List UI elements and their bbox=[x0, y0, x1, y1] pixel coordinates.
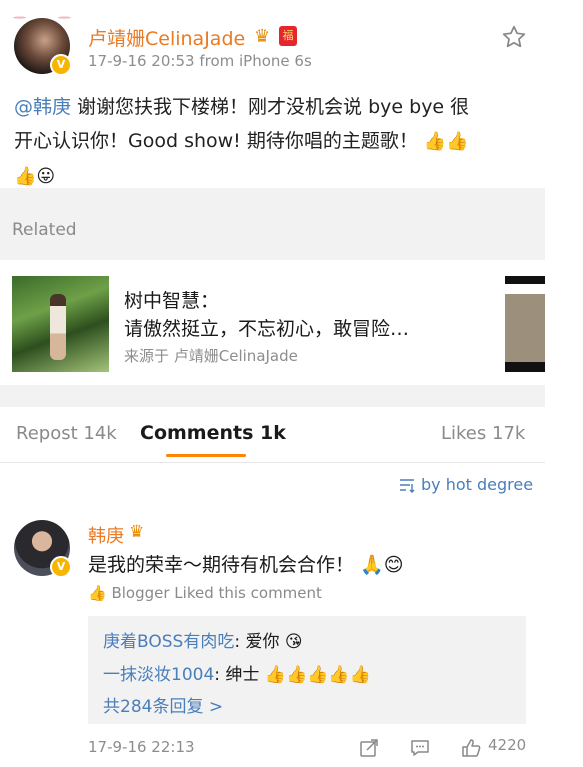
post-timestamp: 17-9-16 20:53 bbox=[88, 52, 195, 70]
related-label: Related bbox=[12, 220, 77, 240]
comment-body: 是我的荣幸～期待有机会合作！ bbox=[88, 554, 355, 576]
post-text: @韩庚 谢谢您扶我下楼梯！刚才没机会说 bye bye 很 开心认识你！Good… bbox=[14, 90, 534, 194]
star-icon[interactable] bbox=[501, 24, 527, 50]
sort-button[interactable]: by hot degree bbox=[421, 475, 533, 494]
emoji-icon: 🙏😊 bbox=[360, 554, 404, 576]
active-tab-indicator bbox=[166, 454, 246, 457]
author-avatar[interactable]: V bbox=[10, 8, 74, 76]
thumbs-up-icon: 👍👍👍👍👍 bbox=[264, 665, 371, 685]
divider bbox=[0, 387, 545, 407]
red-packet-icon[interactable]: 福 bbox=[279, 26, 297, 46]
related-source: 来源于 卢靖姗CelinaJade bbox=[124, 347, 298, 365]
commenter-avatar[interactable]: V bbox=[14, 520, 72, 578]
verified-badge-icon: V bbox=[50, 556, 72, 578]
tab-likes[interactable]: Likes 17k bbox=[441, 423, 525, 444]
blogger-liked-note: 👍 Blogger Liked this comment bbox=[88, 584, 322, 602]
comment-icon[interactable] bbox=[409, 737, 431, 759]
sort-icon[interactable] bbox=[398, 476, 416, 494]
related-next-thumbnail[interactable] bbox=[505, 276, 545, 372]
mention-link[interactable]: @韩庚 bbox=[14, 96, 71, 118]
thumbs-up-icon: 👍 bbox=[88, 584, 107, 602]
crown-icon: ♛ bbox=[129, 522, 145, 542]
blogger-liked-text: Blogger Liked this comment bbox=[111, 584, 322, 602]
emoji-icon: 😘 bbox=[284, 632, 303, 652]
like-icon[interactable] bbox=[460, 737, 482, 759]
reply-user[interactable]: 庚着BOSS有肉吃 bbox=[103, 632, 234, 652]
share-icon[interactable] bbox=[358, 737, 380, 759]
post-username[interactable]: 卢靖姗CelinaJade bbox=[88, 24, 245, 51]
more-replies-link[interactable]: 共284条回复 > bbox=[103, 692, 223, 717]
post-meta: 17-9-16 20:53 from iPhone 6s bbox=[88, 52, 312, 70]
commenter-name[interactable]: 韩庚 bbox=[88, 522, 124, 548]
reply-item[interactable]: 一抹淡妆1004: 绅士 👍👍👍👍👍 bbox=[103, 660, 371, 685]
comment-timestamp: 17-9-16 22:13 bbox=[88, 738, 195, 756]
related-description[interactable]: 请傲然挺立，不忘初心，敢冒险… bbox=[124, 314, 409, 341]
reply-user[interactable]: 一抹淡妆1004 bbox=[103, 665, 214, 685]
like-count: 4220 bbox=[488, 736, 527, 754]
verified-badge-icon: V bbox=[50, 54, 72, 76]
reply-text: : 爱你 bbox=[234, 632, 280, 652]
divider bbox=[0, 188, 545, 210]
post-text-line2: 开心认识你！Good show! 期待你唱的主题歌！ bbox=[14, 130, 418, 152]
reply-text: : 绅士 bbox=[214, 665, 260, 685]
post-text-line1: 谢谢您扶我下楼梯！刚才没机会说 bye bye 很 bbox=[71, 96, 470, 118]
tab-repost[interactable]: Repost 14k bbox=[16, 423, 117, 444]
related-title[interactable]: 树中智慧： bbox=[124, 286, 219, 313]
comment-text: 是我的荣幸～期待有机会合作！ 🙏😊 bbox=[88, 550, 404, 577]
crown-icon: ♛ bbox=[254, 26, 271, 47]
thumbs-up-icon: 👍👍 bbox=[423, 131, 469, 152]
related-thumbnail[interactable] bbox=[12, 276, 109, 372]
post-source: from iPhone 6s bbox=[199, 52, 312, 70]
reply-item[interactable]: 庚着BOSS有肉吃: 爱你 😘 bbox=[103, 627, 303, 652]
tab-comments[interactable]: Comments 1k bbox=[140, 422, 286, 444]
